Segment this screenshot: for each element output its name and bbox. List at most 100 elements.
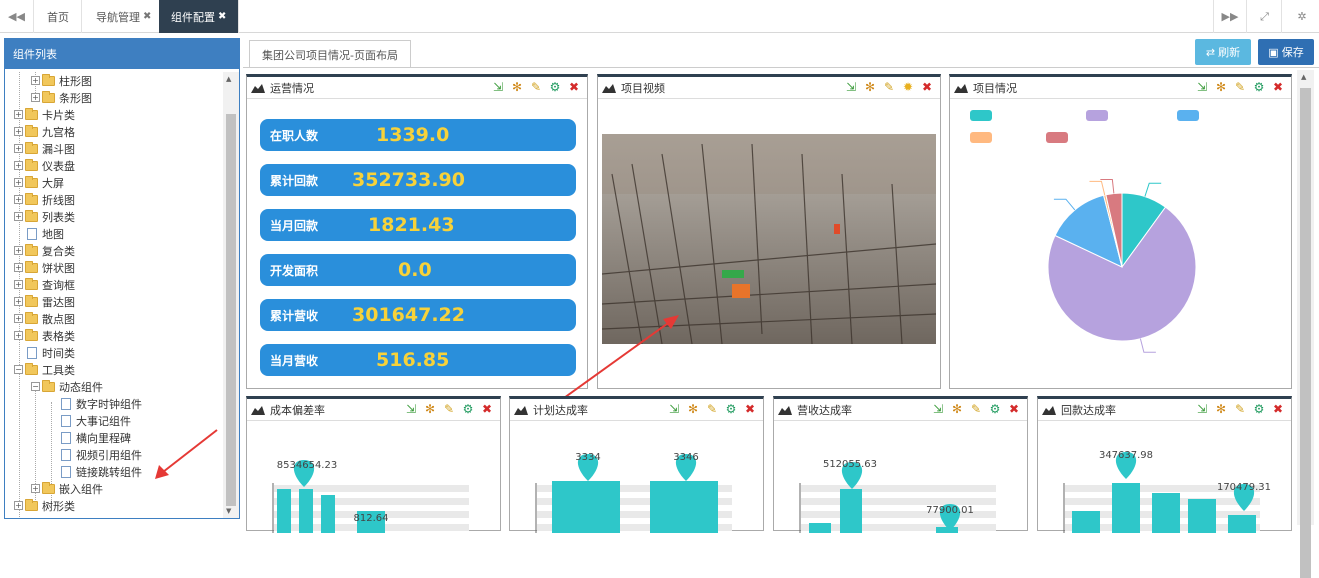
gear-icon[interactable]: ✻: [686, 402, 700, 416]
widget-revenue[interactable]: 营收达成率 ⇲ ✻ ✎ ⚙ ✖ 512055.63 77900.01: [773, 396, 1028, 533]
tree-node[interactable]: 链接跳转组件: [61, 463, 142, 480]
widget-cost[interactable]: 成本偏差率 ⇲ ✻ ✎ ⚙ ✖ 8534654.23 812.64: [246, 396, 501, 533]
tree-node[interactable]: 视频引用组件: [61, 446, 142, 463]
settings-icon[interactable]: ⚙: [1252, 402, 1266, 416]
gear-icon[interactable]: ✻: [950, 402, 964, 416]
legend-swatch[interactable]: [970, 132, 992, 143]
legend-swatch[interactable]: [1046, 132, 1068, 143]
settings-icon[interactable]: ⚙: [988, 402, 1002, 416]
gear-icon[interactable]: ✻: [423, 402, 437, 416]
close-icon[interactable]: ✖: [567, 80, 581, 94]
edit-icon[interactable]: ✎: [1233, 402, 1247, 416]
tab-home[interactable]: 首页: [35, 0, 82, 33]
page-tab[interactable]: 集团公司项目情况-页面布局: [249, 40, 411, 68]
tree-node[interactable]: + 嵌入组件: [31, 480, 103, 497]
gear-icon[interactable]: ✲: [1285, 0, 1319, 33]
tree-node[interactable]: + 查询框: [14, 276, 75, 293]
edit-icon[interactable]: ✎: [882, 80, 896, 94]
bar[interactable]: [840, 489, 862, 533]
tree-node[interactable]: + 条形图: [31, 89, 92, 106]
widget-operations[interactable]: 运营情况 ⇲ ✻ ✎ ⚙ ✖ 在职人数 1339.0 累计回款 352733.90 …: [246, 74, 588, 389]
tree-node[interactable]: + 柱形图: [31, 72, 92, 89]
edit-icon[interactable]: ✎: [442, 402, 456, 416]
close-icon[interactable]: ✖: [480, 402, 494, 416]
scroll-left-icon[interactable]: ◀◀: [0, 0, 34, 33]
export-icon[interactable]: ⇲: [1195, 80, 1209, 94]
bar[interactable]: [1152, 493, 1180, 533]
bar[interactable]: [1112, 483, 1140, 533]
widget-plan[interactable]: 计划达成率 ⇲ ✻ ✎ ⚙ ✖ 3334 3346: [509, 396, 764, 533]
tree-node[interactable]: 时间类: [27, 344, 75, 361]
tree-node[interactable]: + 散点图: [14, 310, 75, 327]
tree-node[interactable]: + 雷达图: [14, 293, 75, 310]
gear-icon[interactable]: ✻: [863, 80, 877, 94]
close-icon[interactable]: ✖: [143, 11, 151, 22]
settings-icon[interactable]: ⚙: [1252, 80, 1266, 94]
tree-node[interactable]: + 饼状图: [14, 259, 75, 276]
edit-icon[interactable]: ✎: [705, 402, 719, 416]
tree-node[interactable]: + 九宫格: [14, 123, 75, 140]
legend-swatch[interactable]: [1086, 110, 1108, 121]
bar[interactable]: [1072, 511, 1100, 533]
close-icon[interactable]: ✖: [920, 80, 934, 94]
tree-label: 嵌入组件: [59, 482, 103, 496]
bar[interactable]: [277, 489, 291, 533]
refresh-button[interactable]: ⇄ 刷新: [1195, 39, 1251, 65]
save-button[interactable]: ▣ 保存: [1258, 39, 1314, 65]
tab-component-config[interactable]: 组件配置 ✖: [159, 0, 240, 33]
tree-node[interactable]: 横向里程碑: [61, 429, 131, 446]
tree-node[interactable]: 数字时钟组件: [61, 395, 142, 412]
settings-icon[interactable]: ⚙: [548, 80, 562, 94]
export-icon[interactable]: ⇲: [931, 402, 945, 416]
bar[interactable]: [1228, 515, 1256, 533]
close-icon[interactable]: ✖: [218, 11, 226, 22]
tree-node[interactable]: + 漏斗图: [14, 140, 75, 157]
bar[interactable]: [1188, 499, 1216, 533]
export-icon[interactable]: ⇲: [404, 402, 418, 416]
widget-payback[interactable]: 回款达成率 ⇲ ✻ ✎ ⚙ ✖ 347637.98 170479.31: [1037, 396, 1292, 533]
edit-icon[interactable]: ✎: [1233, 80, 1247, 94]
tree-node[interactable]: 大事记组件: [61, 412, 131, 429]
settings-icon[interactable]: ✹: [901, 80, 915, 94]
widget-video[interactable]: 项目视频 ⇲ ✻ ✎ ✹ ✖: [556, 74, 941, 404]
close-icon[interactable]: ✖: [1271, 80, 1285, 94]
tab-nav-manage[interactable]: 导航管理 ✖: [84, 0, 165, 33]
tree-scrollbar[interactable]: ▲ ▼: [223, 72, 239, 518]
tree-node[interactable]: + 表格类: [14, 327, 75, 344]
tree-node[interactable]: + 树形类: [14, 497, 75, 514]
tree-node[interactable]: + 卡片类: [14, 106, 75, 123]
tree-node[interactable]: + 列表类: [14, 208, 75, 225]
close-icon[interactable]: ✖: [1007, 402, 1021, 416]
gear-icon[interactable]: ✻: [510, 80, 524, 94]
gear-icon[interactable]: ✻: [1214, 402, 1228, 416]
edit-icon[interactable]: ✎: [529, 80, 543, 94]
export-icon[interactable]: ⇲: [667, 402, 681, 416]
tree-node[interactable]: + 复合类: [14, 242, 75, 259]
close-icon[interactable]: ✖: [1271, 402, 1285, 416]
tree-node[interactable]: − 工具类: [14, 361, 75, 378]
settings-icon[interactable]: ⚙: [724, 402, 738, 416]
export-icon[interactable]: ⇲: [491, 80, 505, 94]
edit-icon[interactable]: ✎: [969, 402, 983, 416]
tree-node[interactable]: − 动态组件: [31, 378, 103, 395]
tree-node[interactable]: 地图: [27, 225, 64, 242]
tree-node[interactable]: + 折线图: [14, 191, 75, 208]
fullscreen-icon[interactable]: ⤢: [1248, 0, 1282, 33]
gear-icon[interactable]: ✻: [1214, 80, 1228, 94]
close-icon[interactable]: ✖: [743, 402, 757, 416]
tree-node[interactable]: + 大屏: [14, 174, 64, 191]
settings-icon[interactable]: ⚙: [461, 402, 475, 416]
tree-node[interactable]: + 仪表盘: [14, 157, 75, 174]
export-icon[interactable]: ⇲: [1195, 402, 1209, 416]
export-icon[interactable]: ⇲: [844, 80, 858, 94]
bar[interactable]: [552, 481, 620, 533]
bar[interactable]: [650, 481, 718, 533]
main-scrollbar[interactable]: ▲: [1297, 70, 1314, 578]
bar[interactable]: [936, 527, 958, 533]
bar[interactable]: [299, 489, 313, 533]
legend-swatch[interactable]: [1177, 110, 1199, 121]
bar[interactable]: [321, 495, 335, 533]
legend-swatch[interactable]: [970, 110, 992, 121]
scroll-right-icon[interactable]: ▶▶: [1213, 0, 1247, 33]
widget-project[interactable]: 项目情况 ⇲ ✻ ✎ ⚙ ✖: [949, 74, 1292, 389]
